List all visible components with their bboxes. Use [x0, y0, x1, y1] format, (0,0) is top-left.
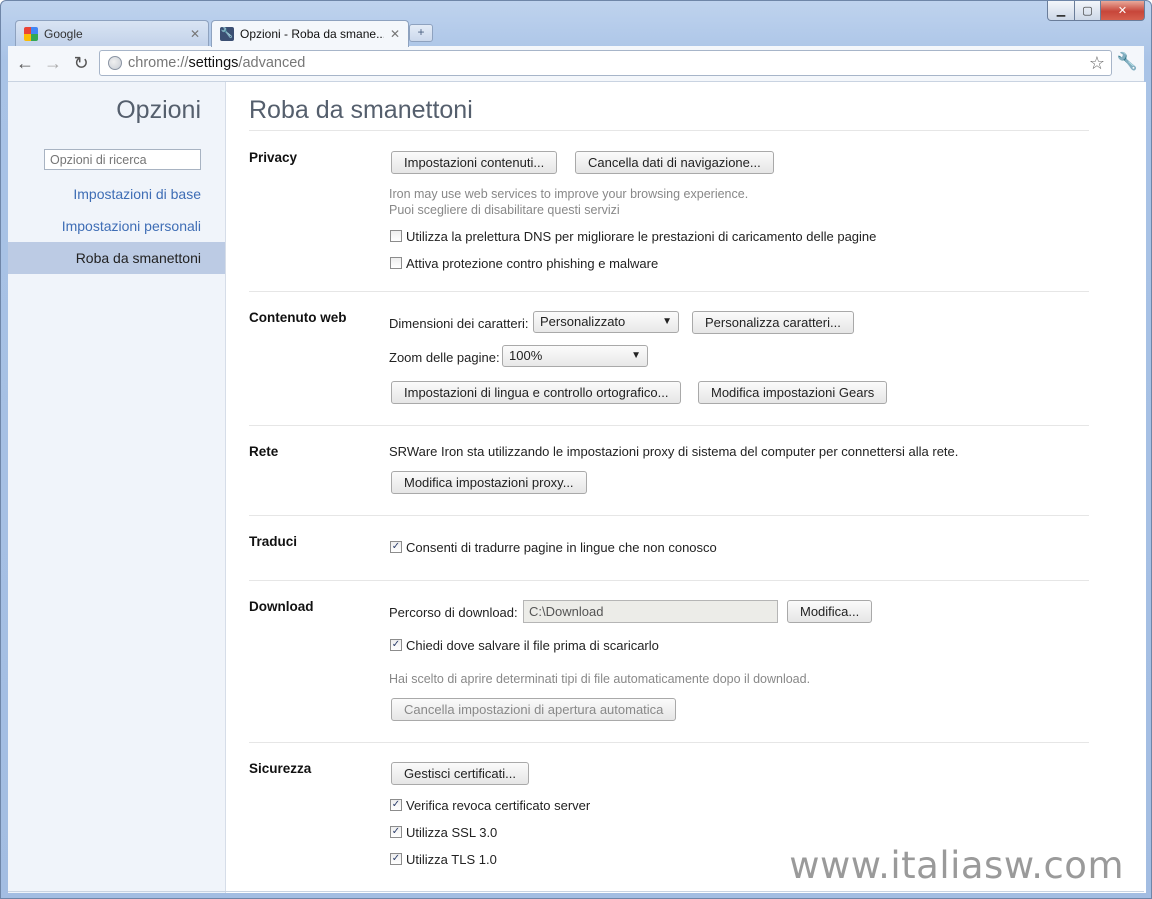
window-controls: ▁ ▢ ✕ [1047, 1, 1145, 21]
close-tab-icon[interactable]: ✕ [190, 27, 200, 41]
watermark: www.italiasw.com [789, 844, 1124, 887]
browser-window: ▁ ▢ ✕ Google ✕ 🔧 Opzioni - Roba da smane… [0, 0, 1152, 899]
language-spellcheck-button[interactable]: Impostazioni di lingua e controllo ortog… [391, 381, 682, 404]
page-zoom-value: 100% [509, 348, 543, 363]
privacy-note-line2: Puoi scegliere di disabilitare questi se… [389, 203, 620, 217]
font-size-label: Dimensioni dei caratteri: [389, 316, 529, 331]
reset-auto-open-button[interactable]: Cancella impostazioni di apertura automa… [391, 698, 677, 721]
url-host: settings [188, 55, 239, 71]
tls1-label: Utilizza TLS 1.0 [406, 852, 497, 867]
sidebar-item-personal[interactable]: Impostazioni personali [62, 218, 201, 234]
manage-certificates-button[interactable]: Gestisci certificati... [391, 762, 529, 785]
divider [249, 515, 1089, 516]
settings-sidebar: Opzioni Impostazioni di base Impostazion… [8, 82, 226, 893]
proxy-settings-button[interactable]: Modifica impostazioni proxy... [391, 471, 587, 494]
wrench-icon: 🔧 [220, 27, 234, 41]
sidebar-item-basic[interactable]: Impostazioni di base [73, 186, 201, 202]
dropdown-arrow-icon: ▼ [662, 316, 672, 327]
ask-save-location-checkbox[interactable]: ✓ [390, 639, 402, 651]
ask-save-location-label: Chiedi dove salvare il file prima di sca… [406, 638, 659, 653]
tab-title: Google [44, 26, 83, 41]
ssl3-checkbox[interactable]: ✓ [390, 826, 402, 838]
auto-open-note: Hai scelto di aprire determinati tipi di… [389, 672, 811, 686]
cert-revocation-label: Verifica revoca certificato server [406, 798, 591, 813]
cert-revocation-checkbox[interactable]: ✓ [390, 799, 402, 811]
dns-prefetch-label: Utilizza la prelettura DNS per migliorar… [406, 229, 877, 244]
forward-arrow-icon[interactable]: → [42, 52, 64, 74]
sidebar-title: Opzioni [116, 96, 201, 124]
clear-browsing-data-button[interactable]: Cancella dati di navigazione... [575, 151, 774, 174]
close-tab-icon[interactable]: ✕ [390, 27, 400, 41]
page-zoom-select[interactable]: 100% ▼ [502, 345, 648, 367]
ssl3-label: Utilizza SSL 3.0 [406, 825, 498, 840]
download-path-label: Percorso di download: [389, 605, 518, 620]
tab-options[interactable]: 🔧 Opzioni - Roba da smane... ✕ [211, 20, 409, 47]
phishing-protection-checkbox[interactable] [390, 257, 402, 269]
dns-prefetch-checkbox[interactable] [390, 230, 402, 242]
reload-icon[interactable]: ↻ [70, 52, 92, 74]
divider [249, 580, 1089, 581]
phishing-protection-label: Attiva protezione contro phishing e malw… [406, 256, 659, 271]
bookmark-star-icon[interactable]: ☆ [1089, 53, 1105, 74]
tls1-checkbox[interactable]: ✓ [390, 853, 402, 865]
divider [249, 742, 1089, 743]
font-size-value: Personalizzato [540, 314, 626, 329]
proxy-info-text: SRWare Iron sta utilizzando le impostazi… [389, 444, 959, 459]
dropdown-arrow-icon: ▼ [631, 350, 641, 361]
wrench-menu-icon[interactable]: 🔧 [1117, 52, 1138, 72]
page-title: Roba da smanettoni [249, 96, 473, 124]
divider [249, 425, 1089, 426]
globe-icon [108, 56, 122, 70]
new-tab-button[interactable]: + [409, 24, 433, 42]
url-scheme: chrome:// [128, 55, 189, 71]
minimize-button[interactable]: ▁ [1047, 1, 1075, 21]
sidebar-item-advanced[interactable]: Roba da smanettoni [8, 242, 225, 274]
tab-google[interactable]: Google ✕ [15, 20, 209, 46]
customize-fonts-button[interactable]: Personalizza caratteri... [692, 311, 854, 334]
settings-page: Opzioni Impostazioni di base Impostazion… [8, 82, 1146, 893]
address-bar[interactable]: chrome://settings/advanced ☆ [99, 50, 1112, 76]
tab-title: Opzioni - Roba da smane... [240, 27, 384, 41]
maximize-button[interactable]: ▢ [1075, 1, 1101, 21]
section-title-network: Rete [249, 444, 279, 459]
content-settings-button[interactable]: Impostazioni contenuti... [391, 151, 558, 174]
window-bottom-edge [8, 891, 1144, 892]
divider [249, 291, 1089, 292]
close-window-button[interactable]: ✕ [1101, 1, 1145, 21]
browser-toolbar: ← → ↻ chrome://settings/advanced ☆ 🔧 [8, 46, 1144, 82]
page-zoom-label: Zoom delle pagine: [389, 350, 500, 365]
translate-checkbox[interactable]: ✓ [390, 541, 402, 553]
download-path-field: C:\Download [523, 600, 778, 623]
divider [249, 130, 1089, 131]
section-title-security: Sicurezza [249, 761, 312, 776]
search-input[interactable] [44, 149, 201, 170]
back-arrow-icon[interactable]: ← [14, 52, 36, 74]
privacy-note-line1: Iron may use web services to improve you… [389, 187, 749, 201]
section-title-web-content: Contenuto web [249, 310, 347, 325]
section-title-translate: Traduci [249, 534, 298, 549]
gears-settings-button[interactable]: Modifica impostazioni Gears [698, 381, 888, 404]
section-title-download: Download [249, 599, 314, 614]
section-title-privacy: Privacy [249, 150, 298, 165]
font-size-select[interactable]: Personalizzato ▼ [533, 311, 679, 333]
url-path: /advanced [238, 55, 306, 71]
translate-label: Consenti di tradurre pagine in lingue ch… [406, 540, 717, 555]
change-download-path-button[interactable]: Modifica... [787, 600, 873, 623]
google-favicon-icon [24, 26, 38, 41]
